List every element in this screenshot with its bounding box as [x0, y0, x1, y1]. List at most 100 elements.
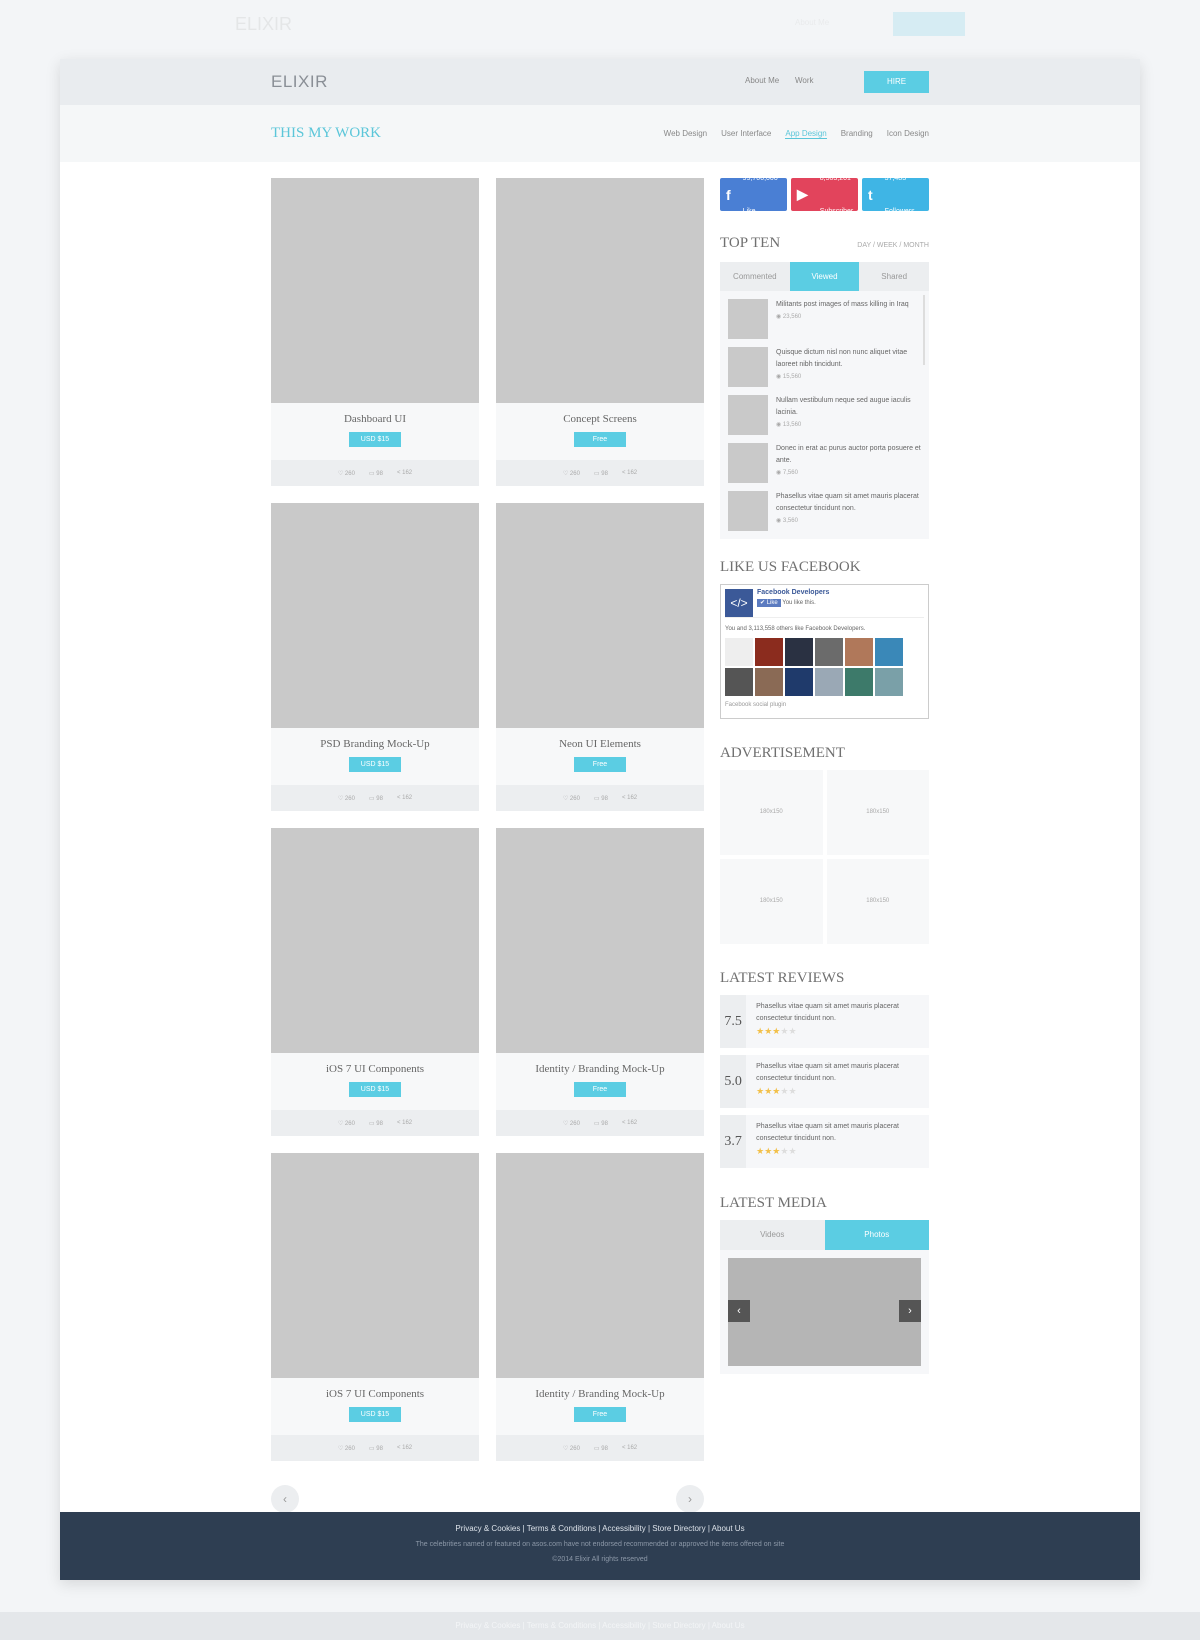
- fb-page-name[interactable]: Facebook Developers: [725, 589, 924, 596]
- shares-count[interactable]: < 162: [622, 470, 637, 476]
- work-card[interactable]: Identity / Branding Mock-Up Free ♡ 260 ▭ 98…: [496, 828, 704, 1136]
- category-icon-design[interactable]: Icon Design: [887, 129, 929, 139]
- work-card[interactable]: Dashboard UI USD $15 ♡ 260 ▭ 98 < 162: [271, 178, 479, 486]
- top-ten-item[interactable]: Quisque dictum nisl non nunc aliquet vit…: [728, 347, 921, 394]
- card-title[interactable]: PSD Branding Mock-Up: [271, 738, 479, 750]
- card-image[interactable]: [496, 1153, 704, 1378]
- comments-count[interactable]: ▭ 98: [369, 795, 383, 802]
- item-thumbnail[interactable]: [728, 347, 768, 387]
- item-title[interactable]: Quisque dictum nisl non nunc aliquet vit…: [776, 347, 921, 371]
- comments-count[interactable]: ▭ 98: [594, 795, 608, 802]
- card-image[interactable]: [271, 178, 479, 403]
- shares-count[interactable]: < 162: [397, 1445, 412, 1451]
- likes-count[interactable]: ♡ 260: [563, 1445, 580, 1452]
- card-title[interactable]: Concept Screens: [496, 413, 704, 425]
- shares-count[interactable]: < 162: [622, 1445, 637, 1451]
- friend-avatar[interactable]: [725, 638, 753, 666]
- period-day[interactable]: DAY: [857, 242, 871, 249]
- friend-avatar[interactable]: [845, 638, 873, 666]
- category-app-design[interactable]: App Design: [785, 129, 827, 139]
- period-week[interactable]: WEEK: [877, 242, 898, 249]
- item-thumbnail[interactable]: [728, 491, 768, 531]
- comments-count[interactable]: ▭ 98: [594, 1120, 608, 1127]
- footer-links[interactable]: Privacy & Cookies | Terms & Conditions |…: [60, 1524, 1140, 1533]
- comments-count[interactable]: ▭ 98: [594, 1445, 608, 1452]
- top-ten-item[interactable]: Nullam vestibulum neque sed augue iaculi…: [728, 395, 921, 442]
- item-title[interactable]: Militants post images of mass killing in…: [776, 299, 909, 311]
- card-title[interactable]: Dashboard UI: [271, 413, 479, 425]
- twitter-button[interactable]: t 37,483 Followers: [862, 175, 929, 215]
- price-badge[interactable]: USD $15: [349, 1407, 401, 1422]
- category-branding[interactable]: Branding: [841, 129, 873, 139]
- youtube-button[interactable]: ▶ 8,503,201 Subscriber: [791, 175, 858, 215]
- price-badge[interactable]: Free: [574, 1407, 626, 1422]
- likes-count[interactable]: ♡ 260: [338, 1120, 355, 1127]
- price-badge[interactable]: USD $15: [349, 432, 401, 447]
- card-image[interactable]: [496, 828, 704, 1053]
- friend-avatar[interactable]: [785, 668, 813, 696]
- nav-work[interactable]: Work: [795, 76, 814, 85]
- ad-slot[interactable]: 180x150: [826, 859, 929, 944]
- ad-slot[interactable]: 180x150: [720, 770, 823, 855]
- top-ten-item[interactable]: Donec in erat ac purus auctor porta posu…: [728, 443, 921, 490]
- comments-count[interactable]: ▭ 98: [369, 470, 383, 477]
- card-title[interactable]: Neon UI Elements: [496, 738, 704, 750]
- likes-count[interactable]: ♡ 260: [338, 1445, 355, 1452]
- price-badge[interactable]: Free: [574, 757, 626, 772]
- likes-count[interactable]: ♡ 260: [563, 795, 580, 802]
- card-title[interactable]: Identity / Branding Mock-Up: [496, 1063, 704, 1075]
- price-badge[interactable]: USD $15: [349, 1082, 401, 1097]
- friend-avatar[interactable]: [875, 668, 903, 696]
- card-title[interactable]: iOS 7 UI Components: [271, 1388, 479, 1400]
- tab-photos[interactable]: Photos: [824, 1220, 929, 1250]
- likes-count[interactable]: ♡ 260: [563, 470, 580, 477]
- nav-about[interactable]: About Me: [745, 76, 779, 85]
- shares-count[interactable]: < 162: [397, 1120, 412, 1126]
- shares-count[interactable]: < 162: [397, 470, 412, 476]
- likes-count[interactable]: ♡ 260: [338, 795, 355, 802]
- card-image[interactable]: [496, 178, 704, 403]
- ad-slot[interactable]: 180x150: [826, 770, 929, 855]
- work-card[interactable]: iOS 7 UI Components USD $15 ♡ 260 ▭ 98 < 162: [271, 1153, 479, 1461]
- friend-avatar[interactable]: [815, 638, 843, 666]
- top-ten-item[interactable]: Phasellus vitae quam sit amet mauris pla…: [728, 491, 921, 538]
- shares-count[interactable]: < 162: [622, 795, 637, 801]
- price-badge[interactable]: USD $15: [349, 757, 401, 772]
- price-badge[interactable]: Free: [574, 432, 626, 447]
- tab-videos[interactable]: Videos: [720, 1220, 825, 1250]
- card-image[interactable]: [271, 828, 479, 1053]
- friend-avatar[interactable]: [875, 638, 903, 666]
- facebook-button[interactable]: f 99,700,000 Like: [720, 175, 787, 215]
- friend-avatar[interactable]: [755, 668, 783, 696]
- friend-avatar[interactable]: [845, 668, 873, 696]
- item-thumbnail[interactable]: [728, 443, 768, 483]
- work-card[interactable]: Identity / Branding Mock-Up Free ♡ 260 ▭ 98…: [496, 1153, 704, 1461]
- card-image[interactable]: [271, 503, 479, 728]
- prev-page-button[interactable]: ‹: [271, 1485, 299, 1513]
- card-title[interactable]: iOS 7 UI Components: [271, 1063, 479, 1075]
- card-title[interactable]: Identity / Branding Mock-Up: [496, 1388, 704, 1400]
- hire-button[interactable]: HIRE: [864, 71, 929, 93]
- friend-avatar[interactable]: [815, 668, 843, 696]
- likes-count[interactable]: ♡ 260: [338, 470, 355, 477]
- likes-count[interactable]: ♡ 260: [563, 1120, 580, 1127]
- item-title[interactable]: Phasellus vitae quam sit amet mauris pla…: [776, 491, 921, 515]
- review-item[interactable]: 5.0 Phasellus vitae quam sit amet mauris …: [720, 1055, 929, 1108]
- work-card[interactable]: iOS 7 UI Components USD $15 ♡ 260 ▭ 98 < 162: [271, 828, 479, 1136]
- category-web-design[interactable]: Web Design: [664, 129, 707, 139]
- friend-avatar[interactable]: [755, 638, 783, 666]
- ad-slot[interactable]: 180x150: [720, 859, 823, 944]
- tab-shared[interactable]: Shared: [859, 262, 929, 291]
- scrollbar[interactable]: [923, 295, 925, 365]
- review-item[interactable]: 7.5 Phasellus vitae quam sit amet mauris …: [720, 995, 929, 1048]
- category-user-interface[interactable]: User Interface: [721, 129, 771, 139]
- card-image[interactable]: [496, 503, 704, 728]
- work-card[interactable]: PSD Branding Mock-Up USD $15 ♡ 260 ▭ 98 < 16…: [271, 503, 479, 811]
- friend-avatar[interactable]: [725, 668, 753, 696]
- shares-count[interactable]: < 162: [622, 1120, 637, 1126]
- item-thumbnail[interactable]: [728, 299, 768, 339]
- fb-like-button[interactable]: ✔ Like: [757, 599, 781, 607]
- friend-avatar[interactable]: [785, 638, 813, 666]
- item-thumbnail[interactable]: [728, 395, 768, 435]
- shares-count[interactable]: < 162: [397, 795, 412, 801]
